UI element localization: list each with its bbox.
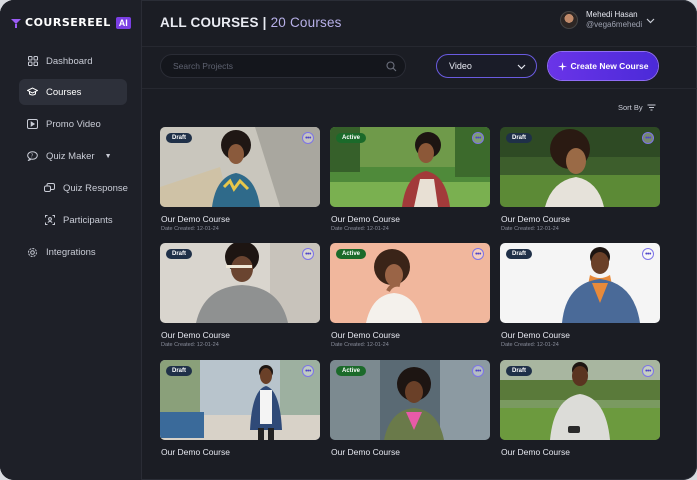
course-thumbnail[interactable]: Active ••• — [330, 360, 490, 440]
course-thumbnail[interactable]: Draft ••• — [500, 243, 660, 323]
status-badge: Draft — [506, 366, 533, 376]
sidebar-item-promo-video[interactable]: Promo Video — [19, 111, 127, 137]
course-count: 20 Courses — [270, 15, 342, 30]
sort-icon — [647, 104, 656, 111]
logo-ai-badge: AI — [115, 16, 131, 29]
header-divider — [142, 46, 697, 47]
status-badge: Draft — [506, 133, 533, 143]
course-thumbnail[interactable]: Active ••• — [330, 243, 490, 323]
more-options-icon[interactable]: ••• — [472, 365, 484, 377]
chevron-down-icon — [517, 64, 526, 70]
course-title[interactable]: Our Demo Course — [331, 214, 400, 224]
sidebar-item-integrations[interactable]: Integrations — [19, 239, 127, 265]
sidebar-item-label: Quiz Maker — [46, 150, 95, 162]
sidebar-item-dashboard[interactable]: Dashboard — [19, 48, 127, 74]
course-date: Date Created: 12-01-24 — [331, 342, 389, 348]
status-badge: Draft — [166, 133, 193, 143]
course-title[interactable]: Our Demo Course — [501, 447, 570, 457]
course-date: Date Created: 12-01-24 — [161, 342, 219, 348]
course-date: Date Created: 12-01-24 — [161, 226, 219, 232]
select-value: Video — [449, 61, 472, 71]
course-title[interactable]: Our Demo Course — [161, 447, 230, 457]
course-date: Date Created: 12-01-24 — [501, 342, 559, 348]
more-options-icon[interactable]: ••• — [302, 248, 314, 260]
app-window: COURSEREEL AI Dashboard Courses Promo Vi… — [0, 0, 697, 480]
status-badge: Active — [336, 366, 367, 376]
course-title[interactable]: Our Demo Course — [501, 330, 570, 340]
course-title[interactable]: Our Demo Course — [161, 214, 230, 224]
user-menu[interactable]: Mehedi Hasan @vega6mehedi — [560, 10, 642, 30]
status-badge: Active — [336, 249, 367, 259]
participants-icon — [44, 215, 55, 226]
logo-icon — [11, 18, 21, 28]
sidebar: COURSEREEL AI Dashboard Courses Promo Vi… — [0, 0, 142, 480]
course-title[interactable]: Our Demo Course — [331, 330, 400, 340]
search-box — [160, 54, 406, 78]
more-options-icon[interactable]: ••• — [642, 132, 654, 144]
more-options-icon[interactable]: ••• — [302, 365, 314, 377]
page-title-text: ALL COURSES | — [160, 15, 267, 30]
course-thumbnail[interactable]: Draft ••• — [160, 127, 320, 207]
quiz-icon: ? — [27, 151, 38, 162]
grid-icon — [27, 56, 38, 67]
sidebar-item-label: Dashboard — [46, 55, 93, 67]
course-date: Date Created: 12-01-24 — [331, 226, 389, 232]
sidebar-item-courses[interactable]: Courses — [19, 79, 127, 105]
sidebar-item-label: Courses — [46, 86, 82, 98]
chevron-down-icon[interactable] — [646, 17, 655, 26]
caret-down-icon: ▼ — [104, 152, 112, 160]
more-options-icon[interactable]: ••• — [302, 132, 314, 144]
create-button-label: Create New Course — [570, 61, 649, 71]
response-icon — [44, 183, 55, 194]
user-handle: @vega6mehedi — [586, 20, 643, 29]
course-thumbnail[interactable]: Draft ••• — [160, 243, 320, 323]
user-info: Mehedi Hasan @vega6mehedi — [586, 10, 642, 30]
status-badge: Active — [336, 133, 367, 143]
sidebar-item-label: Participants — [63, 214, 113, 226]
search-icon[interactable] — [386, 61, 397, 72]
sidebar-item-quiz-response[interactable]: Quiz Response — [36, 175, 136, 201]
sidebar-item-participants[interactable]: Participants — [36, 207, 136, 233]
status-badge: Draft — [166, 249, 193, 259]
course-title[interactable]: Our Demo Course — [501, 214, 570, 224]
course-title[interactable]: Our Demo Course — [331, 447, 400, 457]
more-options-icon[interactable]: ••• — [472, 248, 484, 260]
logo[interactable]: COURSEREEL AI — [10, 16, 131, 29]
sidebar-item-label: Integrations — [46, 246, 96, 258]
create-new-course-button[interactable]: Create New Course — [548, 52, 658, 80]
play-icon — [27, 119, 38, 130]
course-thumbnail[interactable]: Draft ••• — [160, 360, 320, 440]
sort-by-button[interactable]: Sort By — [618, 103, 656, 112]
svg-text:?: ? — [31, 153, 34, 159]
gear-icon — [27, 247, 38, 258]
more-options-icon[interactable]: ••• — [472, 132, 484, 144]
more-options-icon[interactable]: ••• — [642, 248, 654, 260]
sidebar-item-quiz-maker[interactable]: ? Quiz Maker ▼ — [19, 143, 127, 169]
toolbar-divider — [142, 88, 697, 89]
sidebar-item-label: Promo Video — [46, 118, 101, 130]
logo-text: COURSEREEL — [25, 16, 111, 29]
sort-by-label: Sort By — [618, 103, 643, 112]
status-badge: Draft — [166, 366, 193, 376]
course-thumbnail[interactable]: Draft ••• — [500, 127, 660, 207]
search-input[interactable] — [173, 59, 373, 73]
course-title[interactable]: Our Demo Course — [161, 330, 230, 340]
more-options-icon[interactable]: ••• — [642, 365, 654, 377]
media-type-select[interactable]: Video — [436, 54, 537, 78]
avatar — [560, 11, 578, 29]
sidebar-item-label: Quiz Response — [63, 182, 128, 194]
course-thumbnail[interactable]: Active ••• — [330, 127, 490, 207]
page-title: ALL COURSES | 20 Courses — [160, 15, 342, 30]
course-thumbnail[interactable]: Draft ••• — [500, 360, 660, 440]
course-date: Date Created: 12-01-24 — [501, 226, 559, 232]
sparkle-icon — [557, 61, 567, 71]
status-badge: Draft — [506, 249, 533, 259]
graduation-cap-icon — [27, 87, 38, 98]
user-name: Mehedi Hasan — [586, 10, 638, 19]
